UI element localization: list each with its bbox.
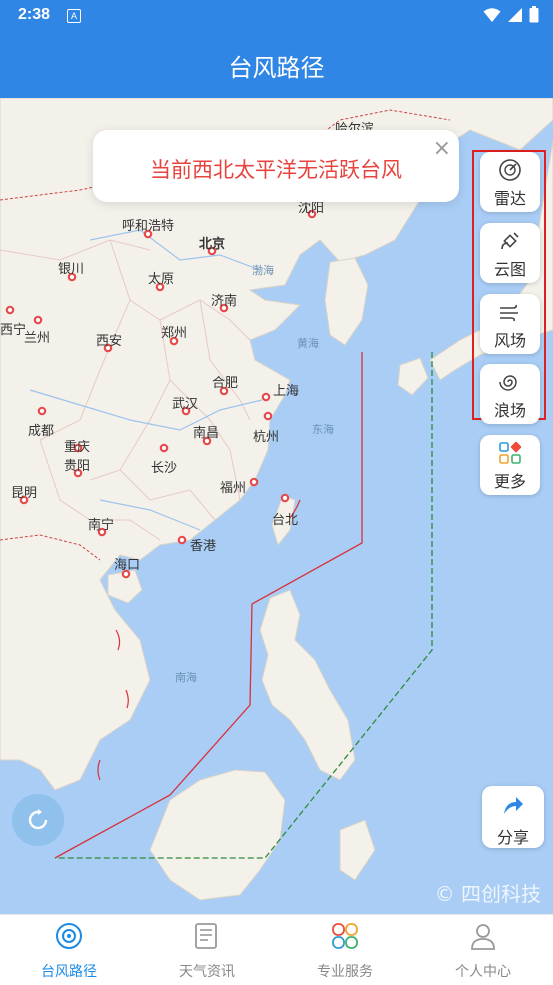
city-label: 南昌 — [193, 425, 219, 441]
city-label: 西安 — [96, 334, 122, 349]
page-title: 台风路径 — [228, 54, 325, 82]
tab-label: 专业服务 — [317, 964, 373, 980]
share-button[interactable]: 分享 — [482, 786, 544, 848]
satellite-icon — [501, 232, 519, 250]
tab-label: 台风路径 — [41, 964, 97, 980]
city-dot — [263, 411, 273, 421]
city-label: 武汉 — [172, 397, 198, 412]
wifi-icon — [483, 7, 501, 22]
sea-label: 南海 — [175, 670, 197, 684]
service-petal-icon — [332, 923, 358, 949]
city-label: 北京 — [199, 236, 225, 252]
city-label: 重庆 — [64, 439, 90, 455]
bottom-tab-bar: 台风路径 天气资讯 专业服务 个人中心 — [0, 914, 553, 985]
city-dot — [177, 535, 187, 545]
cloud-image-button[interactable]: 云图 — [480, 223, 540, 283]
sea-label: 东海 — [312, 422, 334, 436]
city-label: 台北 — [272, 513, 298, 528]
tab-personal-center[interactable]: 个人中心 — [414, 915, 552, 985]
city-label: 海口 — [114, 558, 140, 573]
tab-pro-service[interactable]: 专业服务 — [276, 915, 414, 985]
refresh-button[interactable] — [12, 794, 64, 846]
city-label: 成都 — [28, 424, 54, 439]
city-dot — [5, 305, 15, 315]
typhoon-map[interactable]: 哈尔滨沈阳呼和浩特北京银川太原济南西宁兰州西安郑州合肥上海武汉南昌杭州成都重庆贵… — [0, 98, 553, 914]
no-typhoon-toast: 当前西北太平洋无活跃台风 × — [93, 130, 459, 202]
city-label: 郑州 — [161, 326, 187, 341]
sea-label: 渤海 — [252, 263, 274, 277]
notification-icon: A — [67, 9, 81, 23]
city-label: 沈阳 — [298, 201, 324, 216]
share-arrow-icon — [504, 797, 523, 814]
city-label: 南宁 — [88, 517, 114, 533]
tab-weather-news[interactable]: 天气资讯 — [138, 915, 276, 985]
city-label: 济南 — [211, 293, 237, 309]
city-label: 昆明 — [11, 486, 37, 501]
city-label: 上海 — [273, 384, 299, 399]
sea-label: 黄海 — [297, 336, 319, 350]
wind-icon — [500, 304, 518, 322]
toast-close-button[interactable]: × — [433, 136, 451, 161]
city-dot — [37, 406, 47, 416]
cloud-image-label: 云图 — [493, 260, 526, 279]
radar-icon — [499, 159, 521, 181]
city-label: 太原 — [148, 272, 174, 287]
city-label: 福州 — [220, 481, 246, 496]
city-dot — [159, 443, 169, 453]
signal-icon — [508, 7, 522, 22]
wind-field-button[interactable]: 风场 — [480, 294, 540, 354]
city-label: 香港 — [190, 539, 216, 554]
user-icon — [471, 924, 495, 950]
city-label: 西宁 — [0, 322, 26, 338]
battery-icon — [529, 6, 539, 23]
city-layer: 哈尔滨沈阳呼和浩特北京银川太原济南西宁兰州西安郑州合肥上海武汉南昌杭州成都重庆贵… — [0, 121, 374, 684]
more-button[interactable]: 更多 — [480, 435, 540, 495]
news-icon — [195, 923, 217, 949]
city-label: 兰州 — [24, 331, 50, 346]
more-label: 更多 — [493, 472, 526, 491]
refresh-icon — [28, 809, 48, 830]
more-grid-icon — [499, 441, 522, 464]
status-bar: 2:38 A — [0, 0, 553, 30]
wave-field-label: 浪场 — [493, 401, 526, 420]
radar-button[interactable]: 雷达 — [480, 152, 540, 212]
city-dot — [33, 315, 43, 325]
toast-message: 当前西北太平洋无活跃台风 — [150, 158, 402, 182]
city-label: 长沙 — [151, 461, 177, 476]
wind-field-label: 风场 — [493, 331, 526, 350]
typhoon-icon — [56, 923, 82, 949]
system-icons — [483, 6, 539, 23]
tab-label: 个人中心 — [455, 964, 511, 980]
city-label: 呼和浩特 — [122, 219, 174, 234]
radar-label: 雷达 — [493, 189, 526, 208]
tab-label: 天气资讯 — [179, 964, 235, 980]
wave-spiral-icon — [499, 375, 517, 391]
status-time: 2:38 — [18, 6, 51, 23]
city-label: 银川 — [58, 262, 84, 277]
app-bar: 台风路径 — [0, 30, 553, 98]
city-label: 合肥 — [212, 376, 238, 391]
tab-typhoon-path[interactable]: 台风路径 — [0, 915, 138, 985]
share-label: 分享 — [496, 828, 529, 847]
wave-field-button[interactable]: 浪场 — [480, 364, 540, 424]
map-watermark: © 四创科技 — [434, 882, 541, 906]
city-dot — [280, 493, 290, 503]
city-label: 贵阳 — [64, 459, 90, 474]
city-dot — [249, 477, 259, 487]
city-dot — [261, 392, 271, 402]
city-label: 杭州 — [253, 430, 279, 445]
